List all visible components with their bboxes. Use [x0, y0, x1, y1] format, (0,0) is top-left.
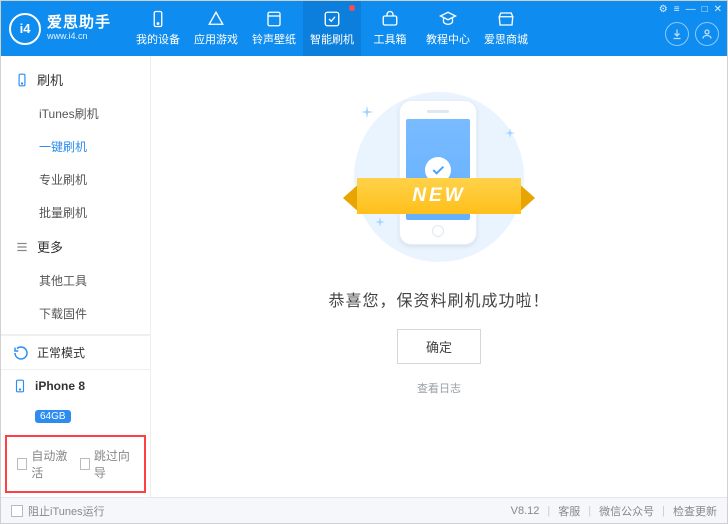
- checkbox-icon: [11, 505, 23, 517]
- maximize-button[interactable]: □: [702, 4, 708, 15]
- device-row[interactable]: iPhone 8 64GB: [1, 369, 150, 431]
- device-mode-row[interactable]: 正常模式: [1, 335, 150, 369]
- flash-icon: [322, 10, 342, 28]
- separator: |: [588, 505, 591, 517]
- brand-logo-icon: i4: [9, 13, 41, 45]
- tab-label: 应用游戏: [194, 31, 238, 47]
- sidebar-item-firmware[interactable]: 下载固件: [1, 297, 150, 330]
- sidebar-item-oneclick[interactable]: 一键刷机: [1, 130, 150, 163]
- window-controls: ⚙ ≡ — □ ✕: [659, 4, 722, 15]
- flash-options-row: 自动激活 跳过向导: [5, 435, 146, 493]
- sidebar-bottom: 正常模式 iPhone 8 64GB 自动激活: [1, 334, 150, 497]
- app-window: ⚙ ≡ — □ ✕ i4 爱思助手 www.i4.cn 我的设备应用游戏铃声壁纸…: [0, 0, 728, 524]
- sidebar-section-more[interactable]: 更多: [1, 229, 150, 264]
- phone-icon: [13, 378, 27, 394]
- brand-logo-text: 爱思助手 www.i4.cn: [47, 15, 111, 41]
- mall-icon: [496, 10, 516, 28]
- view-log-link[interactable]: 查看日志: [417, 380, 461, 396]
- checkbox-icon: [17, 458, 27, 470]
- section-icon: [15, 73, 29, 87]
- tab-label: 我的设备: [136, 31, 180, 47]
- user-button[interactable]: [695, 22, 719, 46]
- sidebar-sections: 刷机 iTunes刷机一键刷机专业刷机批量刷机更多其他工具下载固件高级功能: [1, 56, 150, 334]
- sparkle-icon: [361, 106, 371, 116]
- tab-apps[interactable]: 应用游戏: [187, 1, 245, 56]
- tab-tutorial[interactable]: 教程中心: [419, 1, 477, 56]
- tab-toolbox[interactable]: 工具箱: [361, 1, 419, 56]
- auto-activate-label: 自动激活: [31, 447, 71, 481]
- skip-guide-option[interactable]: 跳过向导: [80, 447, 135, 481]
- toolbox-icon: [380, 10, 400, 28]
- sidebar-section-flash[interactable]: 刷机: [1, 62, 150, 97]
- support-link[interactable]: 客服: [558, 503, 580, 519]
- sparkle-icon: [505, 128, 515, 138]
- device-storage-badge: 64GB: [35, 410, 71, 423]
- sidebar-section-list: iTunes刷机一键刷机专业刷机批量刷机: [1, 97, 150, 229]
- device-name: iPhone 8: [35, 379, 85, 393]
- download-button[interactable]: [665, 22, 689, 46]
- sidebar-item-batch[interactable]: 批量刷机: [1, 196, 150, 229]
- success-illustration: NEW: [319, 84, 559, 269]
- main-content: NEW 恭喜您，保资料刷机成功啦！ 确定 查看日志: [151, 56, 727, 497]
- menu-icon[interactable]: ≡: [674, 4, 680, 15]
- brand-url: www.i4.cn: [47, 32, 111, 42]
- section-title: 更多: [37, 237, 63, 256]
- close-button[interactable]: ✕: [714, 4, 722, 15]
- minimize-button[interactable]: —: [686, 4, 696, 15]
- refresh-icon: [13, 345, 29, 361]
- sidebar-item-pro[interactable]: 专业刷机: [1, 163, 150, 196]
- ribbon-text: NEW: [357, 178, 521, 214]
- status-bar-right: V8.12 | 客服 | 微信公众号 | 检查更新: [511, 503, 717, 519]
- device-mode-label: 正常模式: [37, 344, 85, 361]
- brand-logo[interactable]: i4 爱思助手 www.i4.cn: [1, 1, 121, 56]
- tab-label: 工具箱: [374, 31, 407, 47]
- top-tabs: 我的设备应用游戏铃声壁纸智能刷机 工具箱 教程中心爱思商城: [129, 1, 535, 56]
- body: 刷机 iTunes刷机一键刷机专业刷机批量刷机更多其他工具下载固件高级功能 正常模…: [1, 56, 727, 497]
- section-icon: [15, 240, 29, 254]
- notification-badge: [349, 5, 355, 11]
- separator: |: [662, 505, 665, 517]
- auto-activate-option[interactable]: 自动激活: [17, 447, 72, 481]
- status-bar: 阻止iTunes运行 V8.12 | 客服 | 微信公众号 | 检查更新: [1, 497, 727, 523]
- success-message: 恭喜您，保资料刷机成功啦！: [328, 287, 549, 311]
- settings-icon[interactable]: ⚙: [659, 4, 668, 15]
- new-ribbon: NEW: [343, 172, 535, 220]
- checkbox-icon: [80, 458, 90, 470]
- tab-label: 教程中心: [426, 31, 470, 47]
- tab-label: 爱思商城: [484, 31, 528, 47]
- block-itunes-label: 阻止iTunes运行: [28, 503, 105, 519]
- phone-home-button: [432, 225, 444, 237]
- separator: |: [547, 505, 550, 517]
- apps-icon: [206, 10, 226, 28]
- tab-device[interactable]: 我的设备: [129, 1, 187, 56]
- brand-name: 爱思助手: [47, 15, 111, 32]
- device-icon: [148, 10, 168, 28]
- tab-flash[interactable]: 智能刷机: [303, 1, 361, 56]
- tab-mall[interactable]: 爱思商城: [477, 1, 535, 56]
- ringwall-icon: [264, 10, 284, 28]
- version-label: V8.12: [511, 505, 540, 517]
- header: ⚙ ≡ — □ ✕ i4 爱思助手 www.i4.cn 我的设备应用游戏铃声壁纸…: [1, 1, 727, 56]
- section-title: 刷机: [37, 70, 63, 89]
- sidebar-item-itunes[interactable]: iTunes刷机: [1, 97, 150, 130]
- sidebar: 刷机 iTunes刷机一键刷机专业刷机批量刷机更多其他工具下载固件高级功能 正常模…: [1, 56, 151, 497]
- tutorial-icon: [438, 10, 458, 28]
- tab-ringwall[interactable]: 铃声壁纸: [245, 1, 303, 56]
- sidebar-section-list: 其他工具下载固件高级功能: [1, 264, 150, 334]
- tab-label: 铃声壁纸: [252, 31, 296, 47]
- confirm-button[interactable]: 确定: [397, 329, 481, 364]
- skip-guide-label: 跳过向导: [94, 447, 134, 481]
- check-update-link[interactable]: 检查更新: [673, 503, 717, 519]
- block-itunes-option[interactable]: 阻止iTunes运行: [11, 503, 105, 519]
- sidebar-item-othertools[interactable]: 其他工具: [1, 264, 150, 297]
- wechat-link[interactable]: 微信公众号: [599, 503, 654, 519]
- tab-label: 智能刷机: [310, 31, 354, 47]
